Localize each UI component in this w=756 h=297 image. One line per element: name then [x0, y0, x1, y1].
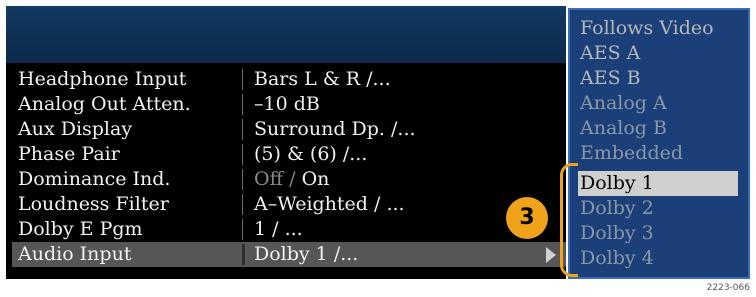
menu-item-embedded[interactable]: Embedded: [580, 141, 740, 166]
setting-phase-pair[interactable]: Phase Pair (5) & (6) /...: [12, 142, 566, 167]
setting-label: Dominance Ind.: [18, 168, 171, 190]
setting-aux-display[interactable]: Aux Display Surround Dp. /...: [12, 117, 566, 142]
setting-loudness-filter[interactable]: Loudness Filter A–Weighted / ...: [12, 192, 566, 217]
setting-headphone-input[interactable]: Headphone Input Bars L & R /...: [12, 67, 566, 92]
column-divider: [242, 119, 243, 140]
column-divider: [242, 69, 243, 90]
setting-label: Dolby E Pgm: [18, 218, 143, 240]
column-divider: [242, 144, 243, 165]
menu-item-dolby-4[interactable]: Dolby 4: [580, 246, 740, 271]
setting-dominance-ind[interactable]: Dominance Ind. Off / On: [12, 167, 566, 192]
settings-list: Headphone Input Bars L & R /... Analog O…: [12, 67, 566, 277]
setting-value: Dolby 1 /...: [254, 243, 359, 265]
menu-item-analog-b[interactable]: Analog B: [580, 116, 740, 141]
setting-analog-out-atten[interactable]: Analog Out Atten. –10 dB: [12, 92, 566, 117]
setting-value: A–Weighted / ...: [254, 193, 405, 215]
menu-item-dolby-3[interactable]: Dolby 3: [580, 221, 740, 246]
setting-label: Analog Out Atten.: [18, 93, 191, 115]
callout-number: 3: [506, 197, 548, 239]
menu-item-analog-a[interactable]: Analog A: [580, 91, 740, 116]
setting-label: Aux Display: [18, 118, 133, 140]
column-divider: [242, 94, 243, 115]
menu-item-dolby-2[interactable]: Dolby 2: [580, 196, 740, 221]
menu-item-aes-b[interactable]: AES B: [580, 66, 740, 91]
setting-value: –10 dB: [254, 93, 320, 115]
setting-value: Surround Dp. /...: [254, 118, 416, 140]
setting-audio-input[interactable]: Audio Input Dolby 1 /...: [12, 242, 566, 267]
menu-item-dolby-1[interactable]: Dolby 1: [578, 171, 738, 196]
settings-screen: Headphone Input Bars L & R /... Analog O…: [6, 6, 566, 279]
setting-label: Phase Pair: [18, 143, 120, 165]
setting-value: Off / On: [254, 167, 329, 192]
title-bar: [6, 6, 566, 63]
setting-value: Bars L & R /...: [254, 68, 391, 90]
column-divider: [242, 169, 243, 190]
setting-label: Headphone Input: [18, 68, 187, 90]
option-separator: /: [283, 168, 302, 190]
column-divider: [242, 219, 243, 240]
setting-value: 1 / ...: [254, 218, 303, 240]
setting-label: Audio Input: [18, 243, 132, 265]
figure-id: 2223-066: [706, 283, 750, 293]
audio-input-menu: Follows Video AES A AES B Analog A Analo…: [568, 8, 750, 279]
option-on: On: [301, 168, 330, 190]
column-divider: [242, 244, 245, 265]
menu-item-aes-a[interactable]: AES A: [580, 41, 740, 66]
setting-dolby-e-pgm[interactable]: Dolby E Pgm 1 / ...: [12, 217, 566, 242]
column-divider: [242, 194, 243, 215]
option-off: Off: [254, 168, 284, 190]
setting-value: (5) & (6) /...: [254, 143, 368, 165]
setting-label: Loudness Filter: [18, 193, 169, 215]
callout-bracket: [560, 163, 578, 277]
submenu-arrow-icon: [546, 247, 556, 263]
menu-item-follows-video[interactable]: Follows Video: [580, 16, 740, 41]
